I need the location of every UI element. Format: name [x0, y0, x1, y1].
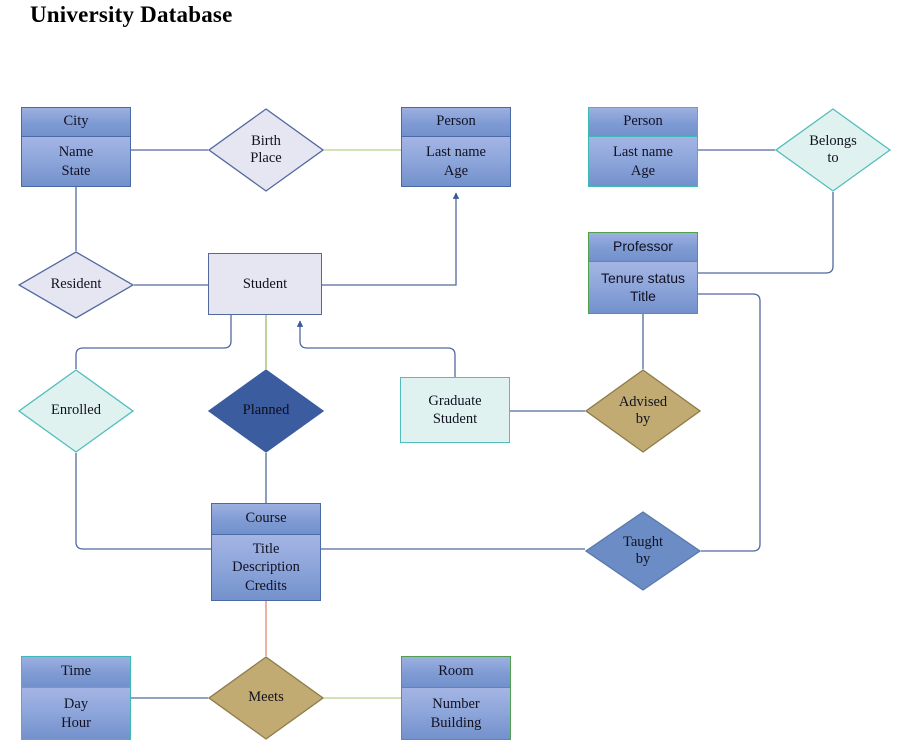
- entity-city[interactable]: City Name State: [21, 107, 131, 187]
- entity-room-attributes: Number Building: [401, 688, 511, 740]
- attribute: Age: [630, 162, 656, 179]
- diamond-shape: [208, 656, 324, 740]
- attribute: Last name: [613, 143, 673, 160]
- entity-person-left-name: Person: [401, 107, 511, 137]
- relationship-resident[interactable]: Resident: [18, 251, 134, 319]
- edge-belongsto-professor: [698, 192, 834, 274]
- attribute: Description: [232, 559, 300, 576]
- entity-city-attributes: Name State: [21, 137, 131, 187]
- entity-time-name: Time: [21, 656, 131, 688]
- diamond-shape: [18, 251, 134, 319]
- entity-student-label: Student: [242, 275, 288, 292]
- attribute: Title: [630, 287, 656, 304]
- entity-graduate-student-label-line1: Graduate: [428, 392, 482, 409]
- relationship-birth-place[interactable]: Birth Place: [208, 108, 324, 192]
- entity-student[interactable]: Student: [208, 253, 322, 315]
- entity-person-left-attributes: Last name Age: [401, 137, 511, 187]
- relationship-meets[interactable]: Meets: [208, 656, 324, 740]
- relationship-advised-by[interactable]: Advised by: [585, 369, 701, 453]
- edge-student-enrolled: [75, 315, 232, 369]
- edge-enrolled-course: [75, 453, 211, 550]
- attribute: Last name: [426, 143, 486, 160]
- entity-time[interactable]: Time Day Hour: [21, 656, 131, 740]
- entity-city-name: City: [21, 107, 131, 137]
- relationship-enrolled[interactable]: Enrolled: [18, 369, 134, 453]
- entity-room[interactable]: Room Number Building: [401, 656, 511, 740]
- diamond-shape: [585, 369, 701, 453]
- attribute: Title: [252, 540, 280, 557]
- entity-professor-name: Professor: [588, 232, 698, 262]
- relationship-belongs-to[interactable]: Belongs to: [775, 108, 891, 192]
- attribute: Name: [58, 143, 94, 160]
- relationship-taught-by[interactable]: Taught by: [585, 511, 701, 591]
- entity-professor[interactable]: Professor Tenure status Title: [588, 232, 698, 314]
- entity-graduate-student[interactable]: Graduate Student: [400, 377, 510, 443]
- entity-person-left[interactable]: Person Last name Age: [401, 107, 511, 187]
- edge-student-person: [322, 192, 460, 286]
- diamond-shape: [775, 108, 891, 192]
- attribute: Tenure status: [600, 269, 686, 286]
- attribute: Number: [432, 695, 480, 712]
- diamond-shape: [208, 369, 324, 453]
- edge-professor-taughtby: [698, 293, 761, 552]
- entity-room-name: Room: [401, 656, 511, 688]
- diamond-shape: [208, 108, 324, 192]
- entity-graduate-student-label-line2: Student: [432, 411, 478, 427]
- attribute: Hour: [61, 714, 91, 731]
- attribute: Age: [443, 162, 469, 179]
- er-diagram-canvas: University Database City Name State Pers…: [0, 0, 900, 750]
- entity-person-right[interactable]: Person Last name Age: [588, 107, 698, 187]
- relationship-planned[interactable]: Planned: [208, 369, 324, 453]
- entity-person-right-attributes: Last name Age: [588, 137, 698, 187]
- entity-time-attributes: Day Hour: [21, 688, 131, 740]
- entity-course[interactable]: Course Title Description Credits: [211, 503, 321, 601]
- attribute: State: [61, 162, 91, 179]
- entity-course-attributes: Title Description Credits: [211, 535, 321, 601]
- entity-course-name: Course: [211, 503, 321, 535]
- attribute: Day: [63, 695, 89, 712]
- page-title: University Database: [30, 2, 233, 27]
- diamond-shape: [585, 511, 701, 591]
- attribute: Credits: [245, 577, 287, 594]
- entity-professor-attributes: Tenure status Title: [588, 262, 698, 314]
- attribute: Building: [430, 714, 482, 731]
- diamond-shape: [18, 369, 134, 453]
- entity-person-right-name: Person: [588, 107, 698, 137]
